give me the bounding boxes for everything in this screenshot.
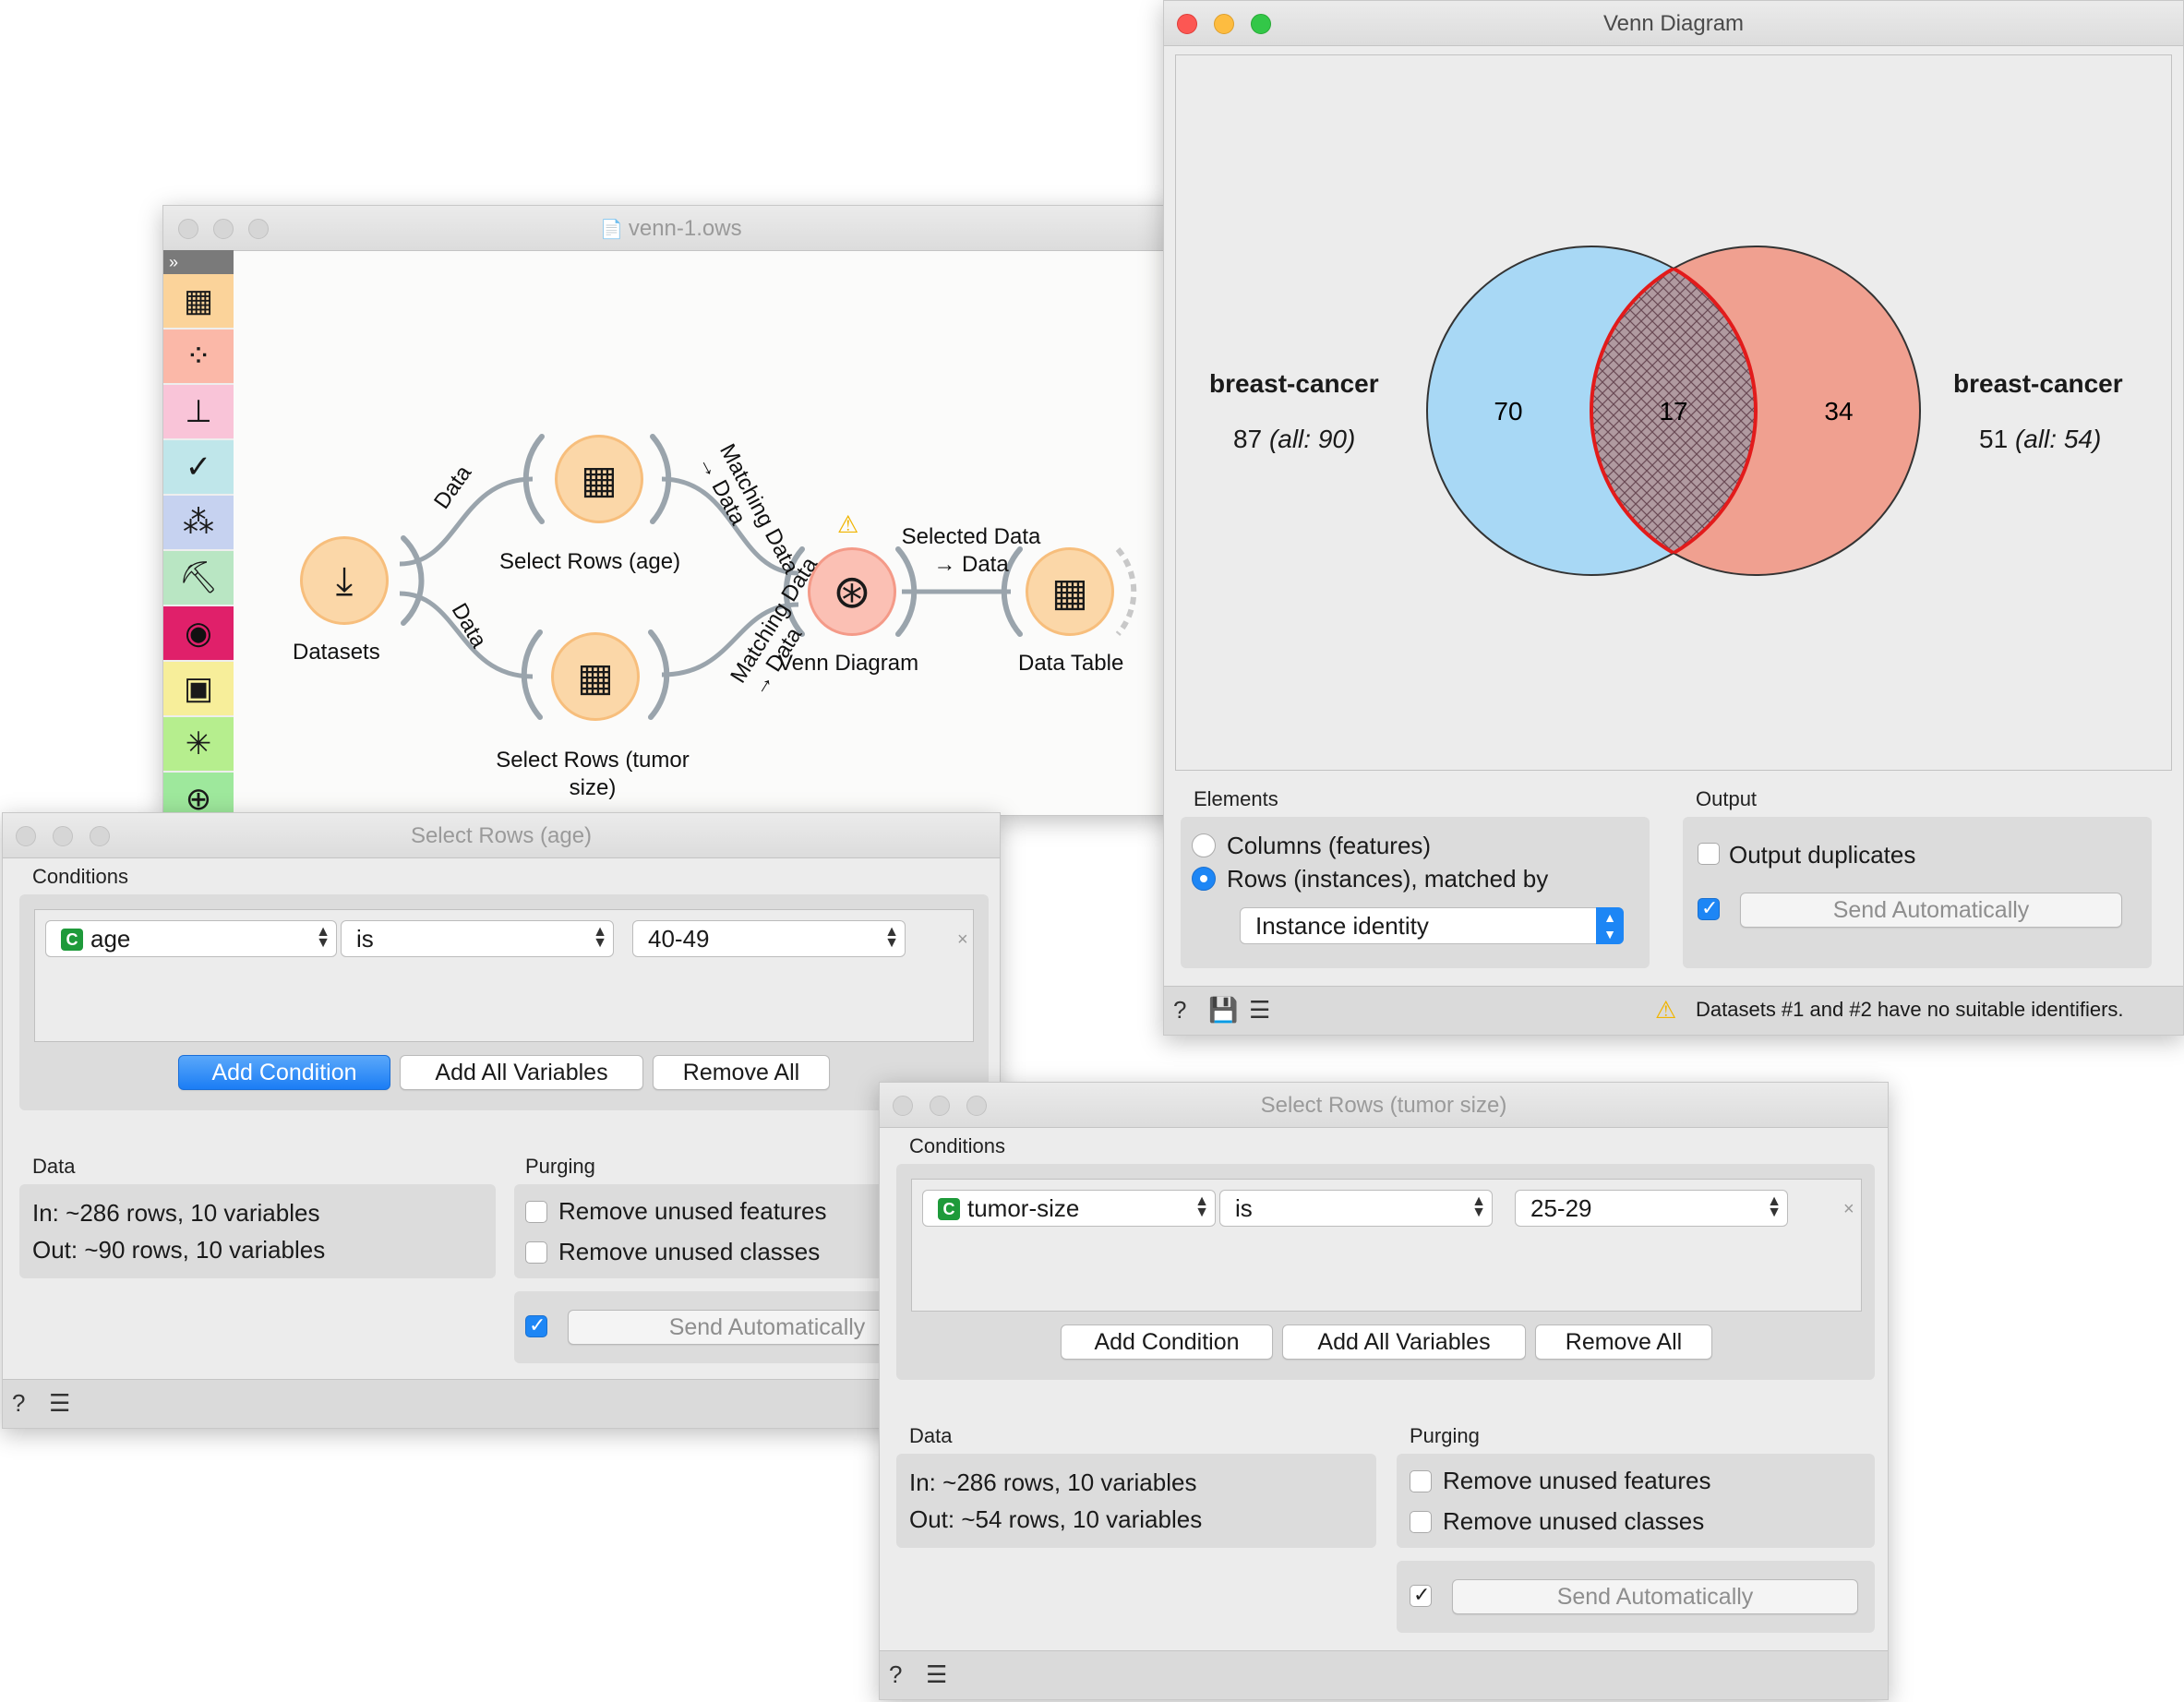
help-icon[interactable]: ?	[12, 1389, 25, 1418]
send-automatically-button[interactable]: Send Automatically	[1740, 893, 2122, 928]
elements-label: Elements	[1194, 787, 1278, 810]
warning-icon: ⚠	[837, 510, 859, 538]
download-icon: ⤓	[335, 557, 354, 602]
data-label: Data	[909, 1424, 953, 1447]
data-table-label: Data Table	[1018, 651, 1124, 676]
purging-label: Purging	[525, 1155, 595, 1178]
venn-icon: ⊛	[833, 566, 871, 617]
data-label: Data	[32, 1155, 76, 1178]
select-tumor-statusbar: ? ☰	[880, 1650, 1888, 1699]
table-select-icon: ▦	[577, 654, 614, 699]
remove-unused-classes-checkbox[interactable]	[1410, 1511, 1432, 1533]
report-icon[interactable]: ☰	[926, 1660, 947, 1689]
warning-icon: ⚠	[1655, 996, 1677, 1024]
venn-statusbar: ? 💾 ☰ ⚠ Datasets #1 and #2 have no suita…	[1164, 986, 2183, 1035]
help-icon[interactable]: ?	[1173, 996, 1186, 1025]
rows-radio[interactable]	[1192, 867, 1216, 891]
remove-unused-classes-label[interactable]: Remove unused classes	[1443, 1507, 1704, 1536]
purging-label: Purging	[1410, 1424, 1480, 1447]
remove-condition-icon[interactable]: ×	[957, 929, 968, 951]
remove-unused-features-checkbox[interactable]	[525, 1201, 547, 1223]
send-auto-checkbox[interactable]	[1698, 896, 1720, 920]
venn-label: Venn Diagram	[778, 651, 919, 676]
venn-right-set-name: breast-cancer	[1953, 369, 2123, 398]
rows-label[interactable]: Rows (instances), matched by	[1227, 865, 1548, 893]
condition-value-select[interactable]: 25-29 ▲ ▼	[1515, 1190, 1788, 1227]
table-select-icon: ▦	[581, 457, 618, 501]
venn-right-only-count: 34	[1824, 397, 1853, 426]
link-label-selected: Selected Data → Data	[901, 524, 1041, 577]
save-icon[interactable]: 💾	[1208, 996, 1238, 1025]
select-tumor-title: Select Rows (tumor size)	[1260, 1093, 1507, 1118]
condition-variable-select[interactable]: Cage ▲ ▼	[45, 920, 337, 957]
columns-label[interactable]: Columns (features)	[1227, 832, 1431, 860]
venn-titlebar: Venn Diagram	[1164, 1, 2183, 46]
condition-value-select[interactable]: 40-49 ▲ ▼	[632, 920, 906, 957]
output-duplicates-label[interactable]: Output duplicates	[1729, 841, 1915, 869]
select-age-titlebar: Select Rows (age)	[3, 813, 1000, 858]
data-out-text: Out: ~90 rows, 10 variables	[32, 1236, 326, 1264]
data-in-text: In: ~286 rows, 10 variables	[32, 1199, 320, 1227]
help-icon[interactable]: ?	[889, 1660, 902, 1689]
select-age-statusbar: ? ☰	[3, 1379, 1000, 1428]
select-age-window: Select Rows (age) Conditions Cage ▲ ▼ is ▲ ▼…	[2, 812, 1001, 1429]
match-by-select[interactable]: Instance identity ▲ ▼	[1240, 907, 1624, 944]
conditions-label: Conditions	[32, 865, 128, 888]
remove-unused-features-checkbox[interactable]	[1410, 1470, 1432, 1492]
warning-text: Datasets #1 and #2 have no suitable iden…	[1696, 998, 2124, 1021]
add-all-variables-button[interactable]: Add All Variables	[1282, 1324, 1526, 1360]
datasets-label: Datasets	[293, 640, 380, 665]
venn-right-set-count: 51 (all: 54)	[1979, 425, 2102, 453]
conditions-label: Conditions	[909, 1134, 1005, 1157]
remove-unused-classes-checkbox[interactable]	[525, 1241, 547, 1264]
send-auto-checkbox[interactable]	[1410, 1583, 1432, 1607]
select-tumor-titlebar: Select Rows (tumor size)	[880, 1083, 1888, 1128]
select-tumor-node[interactable]: ▦	[551, 632, 640, 721]
remove-all-button[interactable]: Remove All	[653, 1055, 830, 1090]
remove-unused-classes-label[interactable]: Remove unused classes	[558, 1238, 820, 1266]
report-icon[interactable]: ☰	[1249, 996, 1270, 1025]
report-icon[interactable]: ☰	[49, 1389, 70, 1418]
output-duplicates-checkbox[interactable]	[1698, 843, 1720, 865]
select-age-node[interactable]: ▦	[555, 435, 643, 523]
venn-intersection-count: 17	[1659, 397, 1687, 426]
columns-radio[interactable]	[1192, 833, 1216, 857]
workflow-links	[399, 434, 1137, 720]
remove-unused-features-label[interactable]: Remove unused features	[558, 1197, 827, 1226]
venn-title: Venn Diagram	[1602, 11, 1745, 36]
venn-left-set-name: breast-cancer	[1209, 369, 1379, 398]
select-age-title: Select Rows (age)	[410, 823, 593, 848]
select-tumor-label: Select Rows (tumor size)	[496, 748, 690, 800]
send-automatically-button[interactable]: Send Automatically	[1452, 1579, 1858, 1614]
venn-diagram: 70 17 34	[1426, 246, 1921, 576]
output-label: Output	[1696, 787, 1758, 810]
venn-left-set-count: 87 (all: 90)	[1233, 425, 1356, 453]
remove-condition-icon[interactable]: ×	[1843, 1199, 1854, 1220]
remove-all-button[interactable]: Remove All	[1535, 1324, 1712, 1360]
select-stepper-icon: ▲ ▼	[1596, 907, 1624, 944]
data-in-text: In: ~286 rows, 10 variables	[909, 1468, 1197, 1496]
add-condition-button[interactable]: Add Condition	[1061, 1324, 1273, 1360]
select-tumor-window: Select Rows (tumor size) Conditions Ctum…	[879, 1082, 1889, 1700]
data-out-text: Out: ~54 rows, 10 variables	[909, 1505, 1203, 1533]
venn-plot-area: 70 17 34 breast-cancer 87 (all: 90) brea…	[1175, 54, 2172, 771]
canvas-window: 📄 venn-1.ows » ▦ ⁘ ⊥ ✓ ⁂ ⛏ ◉ ▣ ✳ ⊕ ⤓ Dat…	[162, 205, 1180, 816]
condition-operator-select[interactable]: is ▲ ▼	[341, 920, 614, 957]
remove-unused-features-label[interactable]: Remove unused features	[1443, 1467, 1711, 1495]
add-condition-button[interactable]: Add Condition	[178, 1055, 390, 1090]
venn-window: Venn Diagram 70 17 34 breast-cancer 87 (…	[1163, 0, 2184, 1036]
send-auto-checkbox[interactable]	[525, 1313, 547, 1337]
condition-variable-select[interactable]: Ctumor-size ▲ ▼	[922, 1190, 1216, 1227]
add-all-variables-button[interactable]: Add All Variables	[400, 1055, 643, 1090]
condition-operator-select[interactable]: is ▲ ▼	[1219, 1190, 1493, 1227]
datasets-node[interactable]: ⤓	[300, 536, 389, 625]
select-age-label: Select Rows (age)	[499, 549, 681, 574]
table-icon: ▦	[1051, 569, 1088, 614]
venn-left-only-count: 70	[1494, 397, 1522, 426]
